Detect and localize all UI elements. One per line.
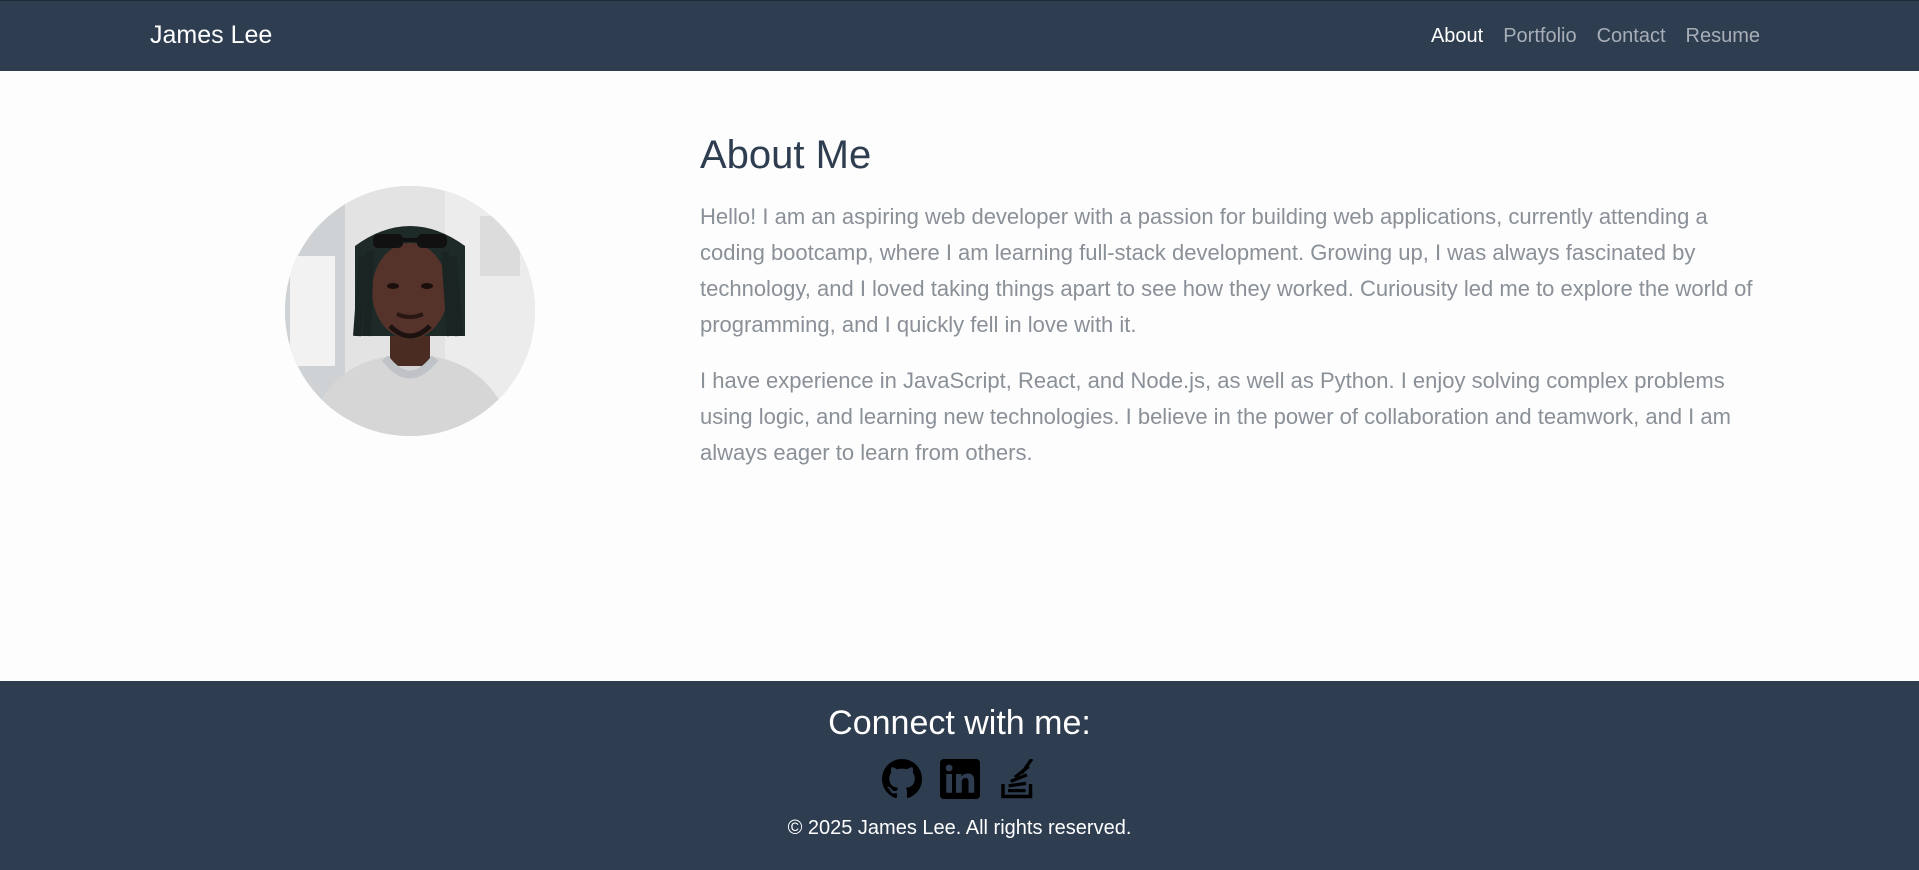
profile-photo xyxy=(285,186,535,436)
nav-link-contact[interactable]: Contact xyxy=(1597,25,1666,48)
footer-heading: Connect with me: xyxy=(828,704,1091,742)
linkedin-link[interactable] xyxy=(939,759,980,799)
nav-links: About Portfolio Contact Resume xyxy=(1431,25,1760,48)
footer: Connect with me: © 2025 James Lee. All r… xyxy=(0,681,1919,870)
about-paragraph: I have experience in JavaScript, React, … xyxy=(700,368,1731,465)
brand-link[interactable]: James Lee xyxy=(150,21,272,50)
about-title: About Me xyxy=(700,133,872,177)
linkedin-icon xyxy=(939,759,980,799)
nav-link-about[interactable]: About xyxy=(1431,25,1483,48)
about-paragraph: Hello! I am an aspiring web developer wi… xyxy=(700,204,1753,337)
copyright-text: © 2025 James Lee. All rights reserved. xyxy=(787,817,1132,839)
about-section: About Me Hello! I am an aspiring web dev… xyxy=(700,131,1770,491)
social-links xyxy=(0,757,1919,799)
nav-link-resume[interactable]: Resume xyxy=(1686,25,1760,48)
stackoverflow-link[interactable] xyxy=(998,757,1038,799)
navbar: James Lee About Portfolio Contact Resume xyxy=(0,0,1919,71)
nav-link-portfolio[interactable]: Portfolio xyxy=(1503,25,1576,48)
github-icon xyxy=(881,759,922,799)
github-link[interactable] xyxy=(881,759,922,799)
stackoverflow-icon xyxy=(1000,757,1033,799)
